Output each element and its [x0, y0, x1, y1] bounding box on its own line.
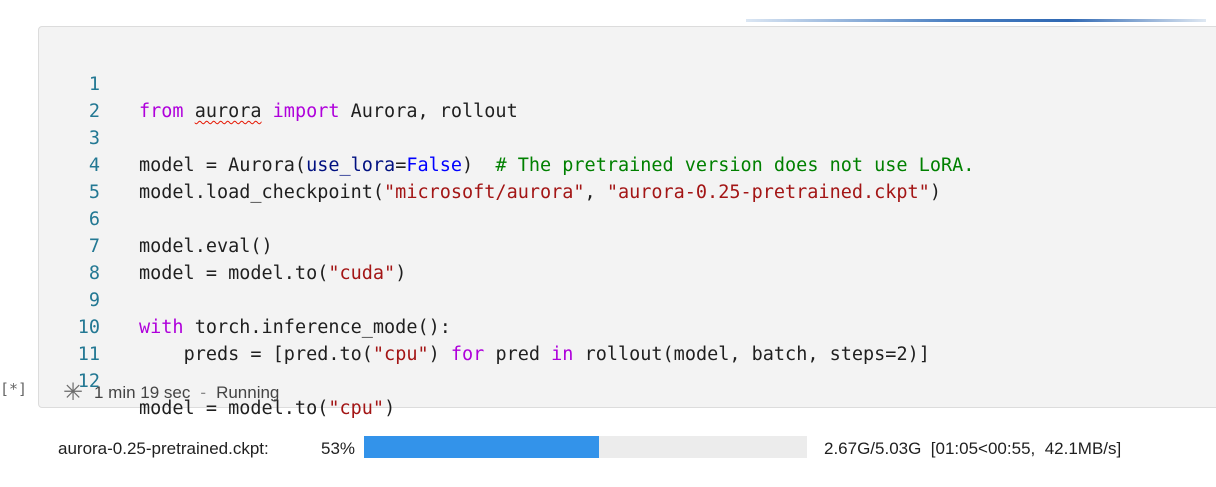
code-text: ) — [384, 398, 396, 419]
code-line: 6 model.eval() — [0, 179, 1100, 257]
code-editor[interactable]: 1 from aurora import Aurora, rollout 2 3… — [0, 44, 1100, 419]
run-state: Running — [216, 383, 280, 402]
asterisk-spinner-icon: ✳ — [62, 379, 84, 406]
code-line: 9 with torch.inference_mode(): — [0, 260, 1100, 338]
progress-fill — [364, 436, 599, 458]
code-line: 11 — [0, 314, 1100, 365]
download-filename: aurora-0.25-pretrained.ckpt: — [58, 439, 269, 458]
code-line: 12 model = model.to("cpu") — [0, 341, 1100, 419]
status-separator: - — [200, 383, 207, 402]
cell-status: ✳ 1 min 19 sec - Running — [62, 380, 279, 406]
download-progress: aurora-0.25-pretrained.ckpt: 53% 2.67G/5… — [58, 436, 1208, 460]
string-literal: "cpu" — [328, 398, 385, 419]
code-line: 2 — [0, 71, 1100, 122]
download-stats: 2.67G/5.03G [01:05<00:55, 42.1MB/s] — [824, 439, 1122, 458]
code-line: 5 — [0, 152, 1100, 203]
code-line: 4 model.load_checkpoint("microsoft/auror… — [0, 125, 1100, 203]
progress-track — [364, 436, 807, 458]
elapsed-time: 1 min 19 sec — [94, 383, 191, 402]
code-line: 3 model = Aurora(use_lora=False) # The p… — [0, 98, 1100, 176]
loading-indicator-line — [746, 19, 1206, 22]
download-percent: 53% — [321, 439, 356, 458]
code-line: 7 model = model.to("cuda") — [0, 206, 1100, 284]
code-line: 8 — [0, 233, 1100, 284]
code-line: 10 preds = [pred.to("cpu") for pred in r… — [0, 287, 1100, 365]
code-line: 1 from aurora import Aurora, rollout — [0, 44, 1100, 122]
